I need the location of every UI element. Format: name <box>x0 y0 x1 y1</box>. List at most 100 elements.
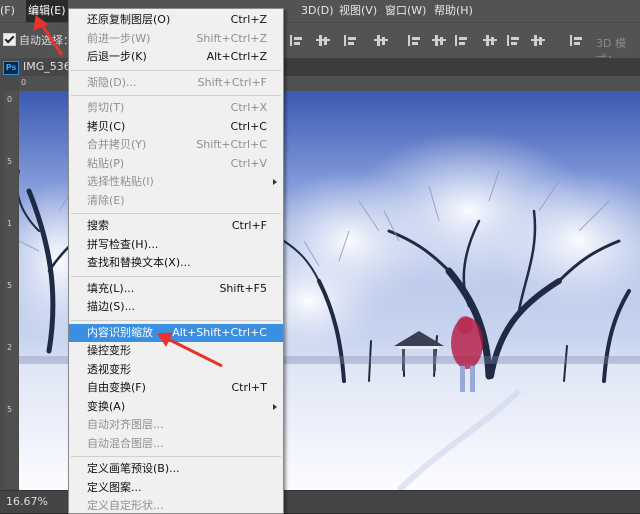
photoshop-logo-icon: Ps <box>3 61 19 75</box>
menu-item-label: 还原复制图层(O) <box>87 13 171 26</box>
menu-item-label: 剪切(T) <box>87 101 125 114</box>
align-distribute-icon[interactable] <box>290 34 304 47</box>
auto-select-label: 自动选择： <box>19 34 74 47</box>
menu-item-label: 变换(A) <box>87 399 126 413</box>
menu-item-label: 渐隐(D)... <box>87 75 137 89</box>
edit-menu-item[interactable]: 变换(A) <box>69 398 283 416</box>
zoom-level[interactable]: 16.67% <box>6 495 48 508</box>
edit-menu-item[interactable]: 操控变形 <box>69 342 283 360</box>
menu-item-label: 后退一步(K) <box>87 50 147 63</box>
edit-menu-item[interactable]: 描边(S)... <box>69 298 283 316</box>
edit-menu-item: 粘贴(P) Ctrl+V <box>69 155 283 173</box>
edit-menu-dropdown: 还原复制图层(O) Ctrl+Z 前进一步(W) Shift+Ctrl+Z 后退一步(K… <box>68 8 284 514</box>
menu-item-label: 自由变换(F) <box>87 381 146 394</box>
edit-menu-item[interactable]: 自由变换(F) Ctrl+T <box>69 379 283 397</box>
menu-item-label: 自动混合图层... <box>87 436 164 450</box>
edit-menu-item: 自动混合图层... <box>69 435 283 453</box>
menubar-item[interactable]: 3D(D) <box>301 0 334 22</box>
menubar-item[interactable]: 编辑(E) <box>26 0 68 22</box>
edit-menu-item[interactable]: 定义图案... <box>69 479 283 497</box>
edit-menu-item: 定义自定形状... <box>69 497 283 513</box>
menu-item-shortcut: Shift+Ctrl+C <box>196 138 267 151</box>
menu-item-shortcut: Ctrl+V <box>230 156 267 170</box>
menu-item-label: 透视变形 <box>87 362 131 376</box>
ruler-left-number: 1 <box>7 219 13 228</box>
align-distribute-icon[interactable] <box>455 34 469 47</box>
menu-separator <box>71 69 281 71</box>
menu-item-label: 自动对齐图层... <box>87 418 164 431</box>
ruler-left-number: 2 <box>7 343 13 352</box>
menu-item-shortcut: Alt+Shift+Ctrl+C <box>172 325 267 339</box>
edit-menu-item[interactable]: 查找和替换文本(X)... <box>69 254 283 272</box>
edit-menu-item[interactable]: 拼写检查(H)... <box>69 236 283 254</box>
menu-item-label: 操控变形 <box>87 344 131 357</box>
edit-menu-item[interactable]: 填充(L)... Shift+F5 <box>69 280 283 298</box>
edit-menu-item: 自动对齐图层... <box>69 416 283 434</box>
align-distribute-icon[interactable] <box>408 34 422 47</box>
ruler-left-number: 5 <box>7 405 13 414</box>
menu-item-label: 定义自定形状... <box>87 499 164 512</box>
menu-item-shortcut: Shift+Ctrl+F <box>197 75 267 89</box>
align-distribute-icon[interactable] <box>507 34 521 47</box>
menu-item-shortcut: Ctrl+X <box>230 101 267 114</box>
ruler-top-zero: 0 <box>21 78 27 87</box>
menu-item-shortcut: Shift+Ctrl+Z <box>196 31 267 45</box>
submenu-arrow-icon <box>273 403 277 410</box>
edit-menu-item[interactable]: 定义画笔预设(B)... <box>69 460 283 478</box>
menu-item-label: 拷贝(C) <box>87 119 126 133</box>
edit-menu-item[interactable]: 透视变形 <box>69 361 283 379</box>
edit-menu-item: 合并拷贝(Y) Shift+Ctrl+C <box>69 136 283 154</box>
edit-menu-item: 前进一步(W) Shift+Ctrl+Z <box>69 30 283 48</box>
menu-item-label: 定义画笔预设(B)... <box>87 462 180 475</box>
align-distribute-icon[interactable] <box>570 34 584 47</box>
ruler-left-number: 5 <box>7 281 13 290</box>
align-distribute-icon[interactable] <box>344 34 358 47</box>
edit-menu-item[interactable]: 拷贝(C) Ctrl+C <box>69 118 283 136</box>
menu-separator <box>71 275 281 277</box>
menu-item-shortcut: Shift+F5 <box>219 281 267 295</box>
edit-menu-item[interactable]: 搜索 Ctrl+F <box>69 217 283 235</box>
menu-item-label: 内容识别缩放 <box>87 325 153 339</box>
ruler-left: 0 5 1 5 2 5 <box>4 91 18 489</box>
menubar-item[interactable]: (F) <box>0 0 15 22</box>
menu-item-label: 粘贴(P) <box>87 156 125 170</box>
align-distribute-icon[interactable] <box>316 34 330 47</box>
menu-item-label: 拼写检查(H)... <box>87 237 159 251</box>
menu-item-shortcut: Ctrl+T <box>231 381 267 394</box>
menu-separator <box>71 95 281 96</box>
menubar-item[interactable]: 视图(V) <box>339 0 377 22</box>
menu-item-shortcut: Alt+Ctrl+Z <box>206 50 267 63</box>
edit-menu-item[interactable]: 还原复制图层(O) Ctrl+Z <box>69 11 283 29</box>
menu-item-shortcut: Ctrl+F <box>231 219 267 232</box>
menu-item-shortcut: Ctrl+Z <box>230 13 267 26</box>
menu-separator <box>71 319 281 321</box>
align-distribute-icon[interactable] <box>483 34 497 47</box>
menubar-item[interactable]: 窗口(W) <box>385 0 426 22</box>
menu-item-label: 描边(S)... <box>87 300 136 313</box>
edit-menu-item: 清除(E) <box>69 192 283 210</box>
align-distribute-icon[interactable] <box>374 34 388 47</box>
align-distribute-icon[interactable] <box>432 34 446 47</box>
menu-item-label: 选择性粘贴(I) <box>87 175 154 188</box>
menu-item-label: 查找和替换文本(X)... <box>87 256 191 269</box>
menu-item-label: 清除(E) <box>87 193 125 207</box>
menubar-item[interactable]: 帮助(H) <box>434 0 473 22</box>
auto-select-checkbox[interactable] <box>3 33 16 46</box>
menu-item-label: 搜索 <box>87 219 109 232</box>
edit-menu-item[interactable]: 后退一步(K) Alt+Ctrl+Z <box>69 48 283 66</box>
edit-menu-item: 渐隐(D)... Shift+Ctrl+F <box>69 74 283 92</box>
edit-menu-item: 选择性粘贴(I) <box>69 173 283 191</box>
submenu-arrow-icon <box>273 179 277 185</box>
edit-menu-item[interactable]: 内容识别缩放 Alt+Shift+Ctrl+C <box>69 323 283 342</box>
menu-item-label: 填充(L)... <box>87 281 135 295</box>
ruler-left-number: 5 <box>7 157 13 166</box>
menu-item-label: 前进一步(W) <box>87 31 151 45</box>
menu-item-label: 定义图案... <box>87 480 142 494</box>
align-distribute-icon[interactable] <box>531 34 545 47</box>
menu-separator <box>71 213 281 214</box>
menu-item-label: 合并拷贝(Y) <box>87 138 147 151</box>
ruler-left-number: 0 <box>7 95 13 104</box>
edit-menu-item: 剪切(T) Ctrl+X <box>69 99 283 117</box>
menu-separator <box>71 456 281 457</box>
menu-item-shortcut: Ctrl+C <box>230 119 267 133</box>
